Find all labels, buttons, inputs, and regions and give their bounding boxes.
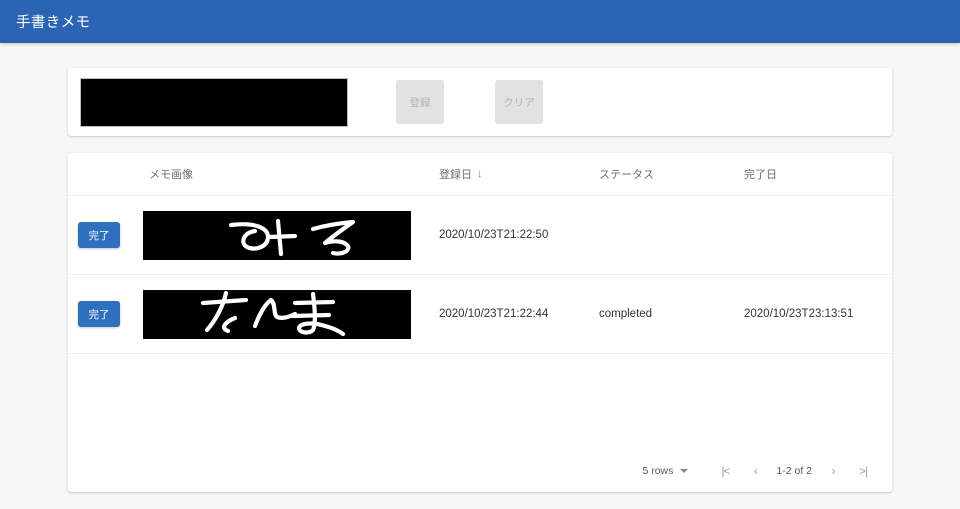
cell-action: 完了 [68, 274, 143, 354]
column-header-image-label: メモ画像 [149, 169, 193, 181]
table-header-row: メモ画像 登録日 ↓ ステータス 完了日 [68, 153, 892, 196]
column-header-donedate-label: 完了日 [744, 169, 777, 181]
app-header: 手書きメモ [0, 0, 960, 43]
chevron-down-icon [680, 469, 689, 473]
column-header-status-label: ステータス [599, 169, 654, 181]
cell-donedate [738, 195, 892, 275]
handwriting-input-card: 登録 クリア [68, 68, 892, 136]
memo-image-sanma[interactable] [143, 289, 411, 339]
complete-button[interactable]: 完了 [78, 301, 120, 327]
complete-button[interactable]: 完了 [78, 222, 120, 248]
table-row: 完了 2020/10/23T21:22:44 completed 2020/10… [68, 274, 892, 354]
page-content: 登録 クリア メモ画像 登録日 ↓ ステータス 完了日 完了 2020/10/2… [0, 43, 960, 492]
rows-per-page-select[interactable]: 5 rows [642, 465, 689, 477]
memo-table: メモ画像 登録日 ↓ ステータス 完了日 完了 2020/10/23T21:22… [68, 153, 892, 354]
table-empty-space [68, 354, 892, 450]
cell-donedate: 2020/10/23T23:13:51 [738, 274, 892, 354]
memo-table-card: メモ画像 登録日 ↓ ステータス 完了日 完了 2020/10/23T21:22… [68, 153, 892, 492]
last-page-button[interactable]: >| [848, 456, 878, 486]
rows-per-page-label: 5 rows [642, 465, 674, 477]
cell-memo-image [143, 274, 433, 354]
previous-page-button[interactable]: ‹ [740, 456, 770, 486]
column-header-action [68, 153, 143, 196]
first-page-button[interactable]: |< [710, 456, 740, 486]
table-row: 完了 2020/10/23T21:22:50 [68, 195, 892, 275]
cell-regdate: 2020/10/23T21:22:50 [433, 195, 593, 275]
column-header-regdate[interactable]: 登録日 ↓ [433, 153, 593, 196]
column-header-regdate-label: 登録日 [439, 169, 472, 181]
column-header-image: メモ画像 [143, 153, 433, 196]
pagination-range-label: 1-2 of 2 [776, 465, 812, 477]
table-body: 完了 2020/10/23T21:22:50 完了 2020/10/23T21:… [68, 195, 892, 354]
app-title: 手書きメモ [16, 15, 91, 31]
cell-memo-image [143, 195, 433, 275]
next-page-button[interactable]: › [818, 456, 848, 486]
column-header-status: ステータス [593, 153, 738, 196]
cell-status: completed [593, 274, 738, 354]
cell-action: 完了 [68, 195, 143, 275]
register-button[interactable]: 登録 [396, 80, 444, 124]
cell-status [593, 195, 738, 275]
table-pagination: 5 rows |< ‹ 1-2 of 2 › >| [68, 450, 892, 492]
clear-button[interactable]: クリア [495, 80, 543, 124]
table-header: メモ画像 登録日 ↓ ステータス 完了日 [68, 153, 892, 196]
column-header-donedate: 完了日 [738, 153, 892, 196]
memo-image-miso[interactable] [143, 210, 411, 260]
cell-regdate: 2020/10/23T21:22:44 [433, 274, 593, 354]
handwriting-canvas[interactable] [80, 77, 348, 127]
sort-descending-icon[interactable]: ↓ [477, 168, 483, 180]
